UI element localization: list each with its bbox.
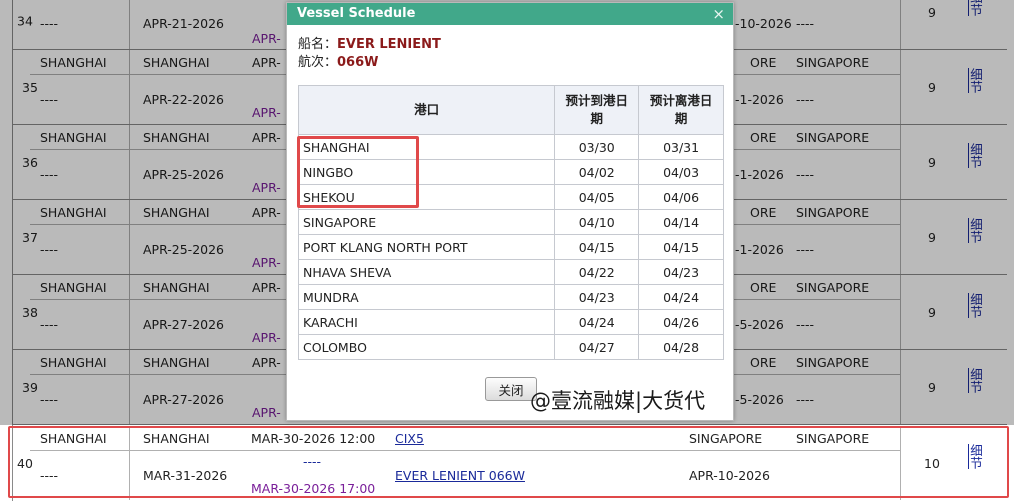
vessel-schedule-dialog: Vessel Schedule × 船名：EVER LENIENT 航次：066… bbox=[286, 2, 734, 421]
port-eta: 03/30 bbox=[554, 134, 640, 160]
port-name: COLOMBO bbox=[297, 334, 556, 360]
port-name: KARACHI bbox=[297, 309, 556, 335]
port-etd: 04/14 bbox=[638, 209, 724, 235]
voyage-number: 066W bbox=[337, 55, 379, 70]
port-etd: 04/15 bbox=[638, 234, 724, 260]
voyage-line: 航次：066W bbox=[298, 51, 379, 70]
ship-name-line: 船名：EVER LENIENT bbox=[298, 33, 441, 52]
port-name: NHAVA SHEVA bbox=[297, 259, 556, 285]
close-icon[interactable]: × bbox=[712, 3, 725, 25]
port-etd: 04/28 bbox=[638, 334, 724, 360]
highlight-row-box bbox=[8, 426, 1009, 498]
port-eta: 04/27 bbox=[554, 334, 640, 360]
dialog-title: Vessel Schedule bbox=[297, 6, 416, 21]
port-etd: 04/24 bbox=[638, 284, 724, 310]
port-row: SINGAPORE 04/10 04/14 bbox=[297, 209, 724, 235]
port-row: COLOMBO 04/27 04/28 bbox=[297, 334, 724, 360]
port-etd: 04/23 bbox=[638, 259, 724, 285]
port-eta: 04/15 bbox=[554, 234, 640, 260]
port-etd: 04/26 bbox=[638, 309, 724, 335]
voyage-label: 航次： bbox=[298, 55, 338, 70]
header-etd: 预计离港日期 bbox=[638, 85, 724, 135]
watermark: @壹流融媒|大货代 bbox=[530, 389, 706, 413]
port-name: SINGAPORE bbox=[297, 209, 556, 235]
port-etd: 03/31 bbox=[638, 134, 724, 160]
ship-name: EVER LENIENT bbox=[337, 37, 441, 52]
port-eta: 04/02 bbox=[554, 159, 640, 185]
port-name: PORT KLANG NORTH PORT bbox=[297, 234, 556, 260]
header-port: 港口 bbox=[297, 85, 556, 135]
port-etd: 04/06 bbox=[638, 184, 724, 210]
highlight-box bbox=[297, 136, 419, 208]
port-row: KARACHI 04/24 04/26 bbox=[297, 309, 724, 335]
port-etd: 04/03 bbox=[638, 159, 724, 185]
port-eta: 04/05 bbox=[554, 184, 640, 210]
port-eta: 04/24 bbox=[554, 309, 640, 335]
port-eta: 04/22 bbox=[554, 259, 640, 285]
port-eta: 04/10 bbox=[554, 209, 640, 235]
ship-label: 船名： bbox=[298, 37, 338, 52]
port-name: MUNDRA bbox=[297, 284, 556, 310]
table-header-row: 港口 预计到港日期 预计离港日期 bbox=[297, 85, 724, 135]
port-row: PORT KLANG NORTH PORT 04/15 04/15 bbox=[297, 234, 724, 260]
port-row: NHAVA SHEVA 04/22 04/23 bbox=[297, 259, 724, 285]
port-row: MUNDRA 04/23 04/24 bbox=[297, 284, 724, 310]
port-eta: 04/23 bbox=[554, 284, 640, 310]
dialog-header: Vessel Schedule × bbox=[287, 3, 733, 25]
port-schedule-table: 港口 预计到港日期 预计离港日期 SHANGHAI 03/30 03/31 NINGB… bbox=[297, 85, 724, 360]
header-eta: 预计到港日期 bbox=[554, 85, 640, 135]
